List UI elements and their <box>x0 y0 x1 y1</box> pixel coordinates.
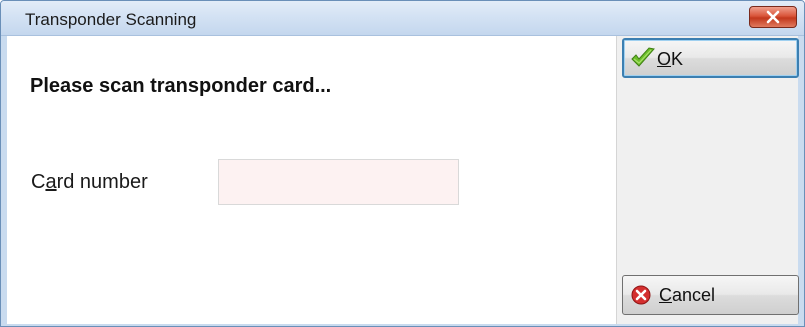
title-bar[interactable]: Transponder Scanning <box>1 1 804 36</box>
window-title: Transponder Scanning <box>25 10 197 29</box>
card-number-input[interactable] <box>218 159 459 205</box>
dialog-body: Please scan transponder card... Card num… <box>7 36 799 324</box>
cancel-button[interactable]: Cancel <box>622 275 799 315</box>
ok-button-label: OK <box>657 49 684 69</box>
scan-panel: Please scan transponder card... Card num… <box>7 36 617 324</box>
dialog-window: Transponder Scanning Please scan transpo… <box>0 0 805 327</box>
cancel-button-label: Cancel <box>659 285 716 305</box>
close-button[interactable] <box>749 6 797 28</box>
scan-instruction-heading: Please scan transponder card... <box>30 75 332 97</box>
ok-button[interactable]: OK <box>622 38 799 78</box>
cancel-x-icon <box>631 285 651 310</box>
card-number-label: Card number <box>31 171 148 193</box>
checkmark-icon <box>630 46 656 75</box>
